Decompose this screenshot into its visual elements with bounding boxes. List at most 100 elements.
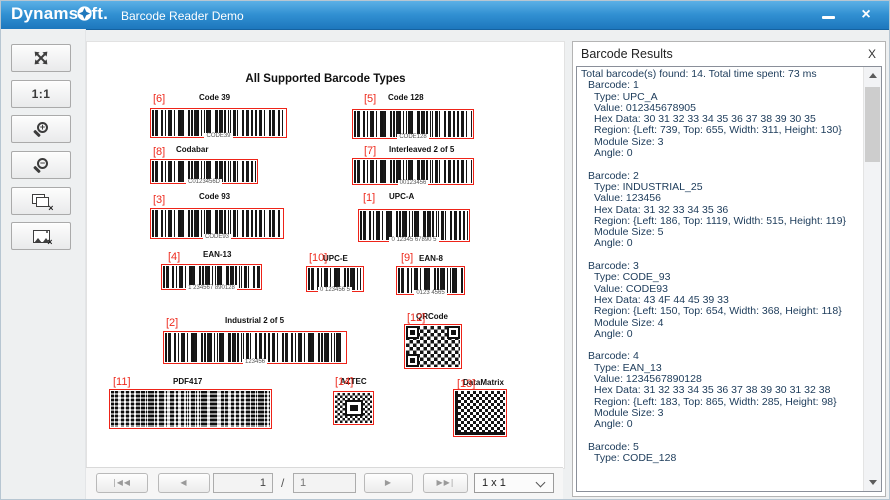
next-page-button[interactable]: ▶ — [364, 473, 413, 493]
barcode-layer: [6]Code 39CODE39[5]Code 128CODE128[8]Cod… — [87, 42, 564, 468]
minimize-button[interactable] — [817, 5, 839, 25]
qr-finder-pattern — [406, 326, 419, 339]
first-page-button[interactable]: |◀◀ — [96, 473, 148, 493]
page-layout-value: 1 x 1 — [482, 477, 506, 489]
fit-to-window-icon — [33, 51, 49, 65]
image-canvas[interactable]: All Supported Barcode Types [6]Code 39CO… — [86, 41, 565, 469]
result-line: Type: CODE_93 — [580, 272, 867, 283]
barcode-index-label: [6] — [153, 94, 165, 105]
result-line: Angle: 0 — [580, 238, 867, 249]
barcode-index-label: [11] — [113, 377, 131, 388]
clear-images-icon — [32, 194, 51, 209]
barcode-graphic — [360, 211, 468, 240]
dynamsoft-logo: Dynams ft. — [11, 4, 108, 24]
remove-image-button[interactable] — [11, 222, 71, 250]
barcode-index-label: [3] — [153, 195, 165, 206]
scrollbar-thumb[interactable] — [865, 87, 880, 162]
app-window: Dynamsft. Barcode Reader Demo × 1:1 + − … — [0, 0, 890, 500]
window-controls: × — [817, 1, 877, 29]
barcode-interleaved-2-of-5: 00123456 — [352, 158, 474, 185]
chevron-down-icon — [536, 478, 546, 488]
last-page-button[interactable]: ▶▶| — [423, 473, 468, 493]
barcode-index-label: [13] — [457, 379, 475, 390]
current-page-input[interactable]: 1 — [213, 473, 273, 493]
barcode-value-text: C0123456D — [151, 179, 257, 185]
barcode-index-label: [1] — [363, 193, 375, 204]
barcode-type-label: Code 128 — [388, 94, 424, 102]
barcode-value-text: 0 12345 67890 5 — [359, 237, 469, 243]
result-line: Type: CODE_128 — [580, 453, 867, 464]
window-title: Barcode Reader Demo — [121, 9, 244, 23]
barcode-ean-13: 1 234567 890128 — [161, 264, 262, 290]
barcode-type-label: EAN-13 — [203, 251, 231, 259]
zoom-out-button[interactable]: − — [11, 151, 71, 179]
total-pages-field[interactable]: 1 — [293, 473, 356, 493]
barcode-value-text: CODE128 — [353, 134, 473, 140]
barcode-value-text: 0 123456 5 — [307, 287, 363, 293]
result-line: Angle: 0 — [580, 329, 867, 340]
barcode-graphic — [165, 333, 345, 362]
result-line: Angle: 0 — [580, 148, 867, 159]
logo-text-pre: Dynams — [11, 4, 78, 23]
barcode-upc-e: 0 123456 5 — [306, 266, 364, 292]
barcode-index-label: [9] — [401, 253, 413, 264]
barcode-aztec — [333, 391, 374, 425]
barcode-upc-a: 0 12345 67890 5 — [358, 209, 470, 242]
barcode-value-text: 0123 4565 — [397, 290, 464, 296]
qr-finder-pattern — [447, 326, 460, 339]
barcode-graphic — [111, 391, 270, 427]
qr-finder-pattern — [406, 354, 419, 367]
result-line: Hex Data: 31 32 33 34 35 36 37 38 39 30 … — [580, 385, 867, 396]
barcode-index-label: [12] — [407, 313, 425, 324]
barcode-index-label: [14] — [335, 377, 353, 388]
barcode-datamatrix — [453, 389, 507, 437]
barcode-graphic — [455, 391, 505, 435]
barcode-index-label: [8] — [153, 147, 165, 158]
page-navigation-bar: |◀◀ ◀ 1 / 1 ▶ ▶▶| 1 x 1 — [86, 467, 563, 499]
barcode-ean-8: 0123 4565 — [396, 266, 465, 295]
barcode-qrcode — [404, 324, 462, 369]
titlebar[interactable]: Dynams ft. Barcode Reader Demo × — [1, 1, 889, 30]
barcode-index-label: [5] — [364, 94, 376, 105]
results-text: Total barcode(s) found: 14. Total time s… — [580, 69, 867, 464]
clear-all-images-button[interactable] — [11, 187, 71, 215]
aztec-bullseye — [345, 400, 363, 416]
barcode-codabar: C0123456D — [150, 159, 258, 184]
scroll-down-button[interactable] — [864, 475, 881, 490]
zoom-in-icon: + — [33, 122, 49, 137]
barcode-index-label: [2] — [166, 318, 178, 329]
barcode-value-text: 123456 — [164, 359, 346, 365]
results-close-button[interactable]: X — [868, 47, 876, 61]
scroll-up-button[interactable] — [864, 68, 881, 83]
barcode-graphic — [152, 210, 282, 237]
barcode-code128: CODE128 — [352, 109, 474, 139]
result-line: Region: {Left: 150, Top: 654, Width: 368… — [580, 306, 867, 317]
one-to-one-icon: 1:1 — [32, 87, 51, 101]
barcode-type-label: EAN-8 — [419, 255, 443, 263]
scroll-down-icon — [869, 480, 877, 485]
actual-size-button[interactable]: 1:1 — [11, 80, 71, 108]
barcode-value-text: 1 234567 890128 — [162, 285, 261, 291]
barcode-type-label: Codabar — [176, 146, 208, 154]
barcode-value-text: CODE93 — [151, 234, 283, 240]
fit-to-window-button[interactable] — [11, 44, 71, 72]
blank-line — [580, 159, 867, 170]
logo-text-post: ft. — [91, 4, 108, 23]
result-line: Value: 123456 — [580, 193, 867, 204]
barcode-industrial-2-of-5: 123456 — [163, 331, 347, 364]
page-layout-select[interactable]: 1 x 1 — [474, 473, 554, 493]
close-button[interactable]: × — [855, 5, 877, 25]
prev-page-button[interactable]: ◀ — [158, 473, 210, 493]
results-scrollbar[interactable] — [863, 67, 881, 491]
barcode-index-label: [4] — [168, 252, 180, 263]
barcode-type-label: UPC-A — [389, 193, 414, 201]
barcode-value-text: 00123456 — [353, 180, 473, 186]
barcode-type-label: Code 93 — [199, 193, 230, 201]
results-text-area[interactable]: Total barcode(s) found: 14. Total time s… — [576, 66, 882, 492]
result-line: Angle: 0 — [580, 419, 867, 430]
barcode-type-label: PDF417 — [173, 378, 202, 386]
zoom-in-button[interactable]: + — [11, 115, 71, 143]
result-line: Barcode: 1 — [580, 80, 867, 91]
barcode-graphic — [406, 326, 460, 367]
zoom-out-icon: − — [33, 158, 49, 173]
